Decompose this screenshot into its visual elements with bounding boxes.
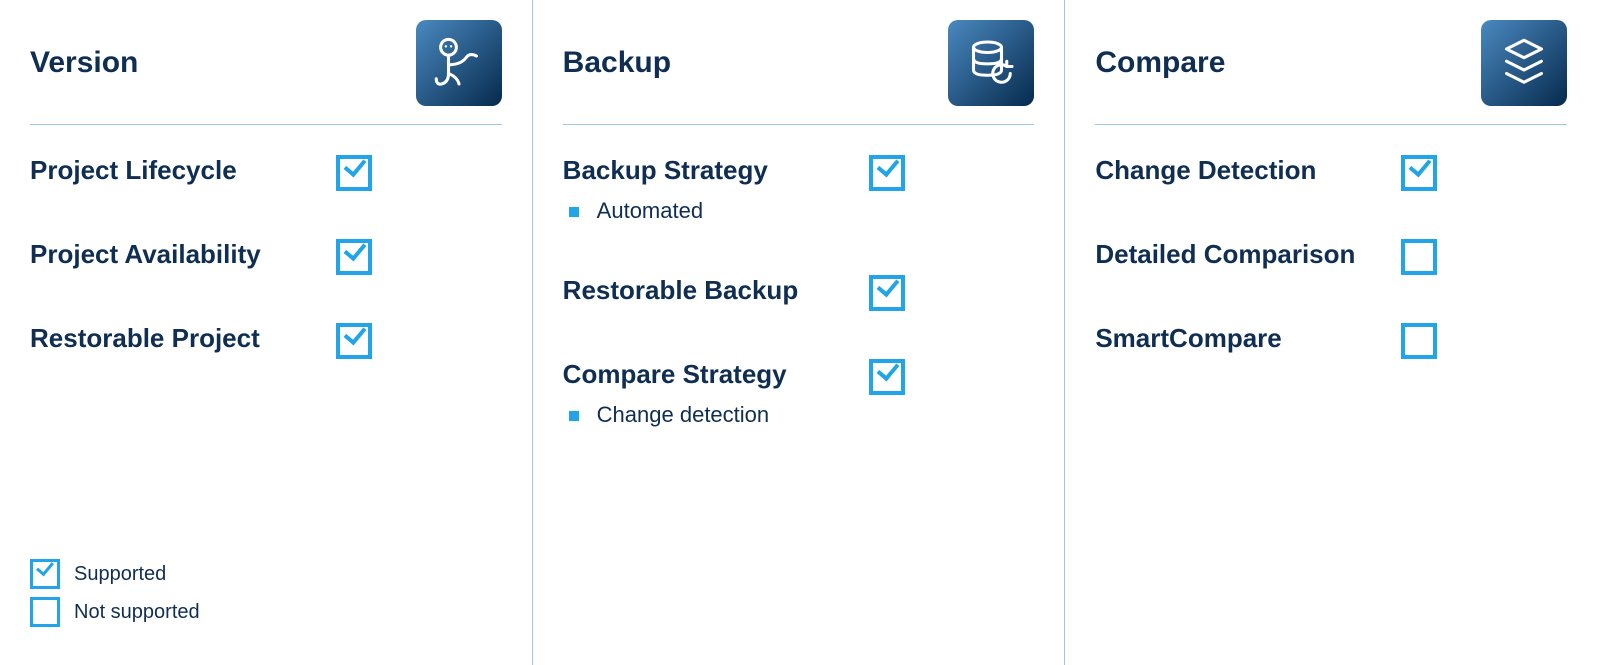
feature-text: Backup Strategy Automated bbox=[563, 155, 863, 227]
legend-label: Not supported bbox=[74, 601, 200, 624]
backup-icon bbox=[948, 20, 1034, 106]
feature-title: Change Detection bbox=[1095, 155, 1395, 186]
feature-row: Backup Strategy Automated bbox=[563, 155, 1035, 227]
unchecked-icon bbox=[30, 597, 60, 627]
feature-text: Compare Strategy Change detection bbox=[563, 359, 863, 431]
feature-text: Restorable Backup bbox=[563, 275, 863, 306]
feature-text: Restorable Project bbox=[30, 323, 330, 354]
column-header: Backup bbox=[563, 20, 1035, 125]
support-status bbox=[869, 155, 905, 191]
legend: Supported Not supported bbox=[30, 559, 200, 635]
version-icon bbox=[416, 20, 502, 106]
checked-icon bbox=[336, 323, 372, 359]
feature-title: Restorable Backup bbox=[563, 275, 863, 306]
column-title: Version bbox=[30, 46, 138, 80]
feature-title: Backup Strategy bbox=[563, 155, 863, 186]
column-version: Version Project Lifecycle bbox=[0, 0, 532, 665]
feature-bullets: Change detection bbox=[563, 400, 863, 431]
column-header: Compare bbox=[1095, 20, 1567, 125]
feature-title: Detailed Comparison bbox=[1095, 239, 1395, 270]
feature-bullet: Automated bbox=[563, 196, 863, 227]
feature-text: SmartCompare bbox=[1095, 323, 1395, 354]
feature-title: Restorable Project bbox=[30, 323, 330, 354]
legend-supported: Supported bbox=[30, 559, 200, 589]
legend-not-supported: Not supported bbox=[30, 597, 200, 627]
feature-text: Project Availability bbox=[30, 239, 330, 270]
feature-matrix: Version Project Lifecycle bbox=[0, 0, 1597, 665]
support-status bbox=[869, 275, 905, 311]
column-compare: Compare Change Detection Detailed Compar… bbox=[1064, 0, 1597, 665]
compare-icon bbox=[1481, 20, 1567, 106]
feature-row: Compare Strategy Change detection bbox=[563, 359, 1035, 431]
feature-row: Restorable Project bbox=[30, 323, 502, 359]
feature-title: SmartCompare bbox=[1095, 323, 1395, 354]
column-header: Version bbox=[30, 20, 502, 125]
checked-icon bbox=[869, 359, 905, 395]
unchecked-icon bbox=[1401, 239, 1437, 275]
column-title: Compare bbox=[1095, 46, 1225, 80]
feature-row: Restorable Backup bbox=[563, 275, 1035, 311]
feature-row: SmartCompare bbox=[1095, 323, 1567, 359]
legend-label: Supported bbox=[74, 563, 166, 586]
feature-row: Project Lifecycle bbox=[30, 155, 502, 191]
feature-row: Change Detection bbox=[1095, 155, 1567, 191]
checked-icon bbox=[30, 559, 60, 589]
feature-row: Detailed Comparison bbox=[1095, 239, 1567, 275]
unchecked-icon bbox=[1401, 323, 1437, 359]
column-backup: Backup Backup Strategy Automated bbox=[532, 0, 1065, 665]
column-title: Backup bbox=[563, 46, 671, 80]
support-status bbox=[1401, 323, 1437, 359]
feature-bullet: Change detection bbox=[563, 400, 863, 431]
feature-bullets: Automated bbox=[563, 196, 863, 227]
feature-title: Project Availability bbox=[30, 239, 330, 270]
checked-icon bbox=[869, 275, 905, 311]
support-status bbox=[1401, 155, 1437, 191]
checked-icon bbox=[336, 155, 372, 191]
feature-text: Project Lifecycle bbox=[30, 155, 330, 186]
support-status bbox=[336, 239, 372, 275]
checked-icon bbox=[869, 155, 905, 191]
support-status bbox=[336, 323, 372, 359]
feature-text: Change Detection bbox=[1095, 155, 1395, 186]
support-status bbox=[869, 359, 905, 395]
feature-row: Project Availability bbox=[30, 239, 502, 275]
checked-icon bbox=[336, 239, 372, 275]
feature-title: Compare Strategy bbox=[563, 359, 863, 390]
support-status bbox=[336, 155, 372, 191]
feature-title: Project Lifecycle bbox=[30, 155, 330, 186]
support-status bbox=[1401, 239, 1437, 275]
checked-icon bbox=[1401, 155, 1437, 191]
feature-text: Detailed Comparison bbox=[1095, 239, 1395, 270]
